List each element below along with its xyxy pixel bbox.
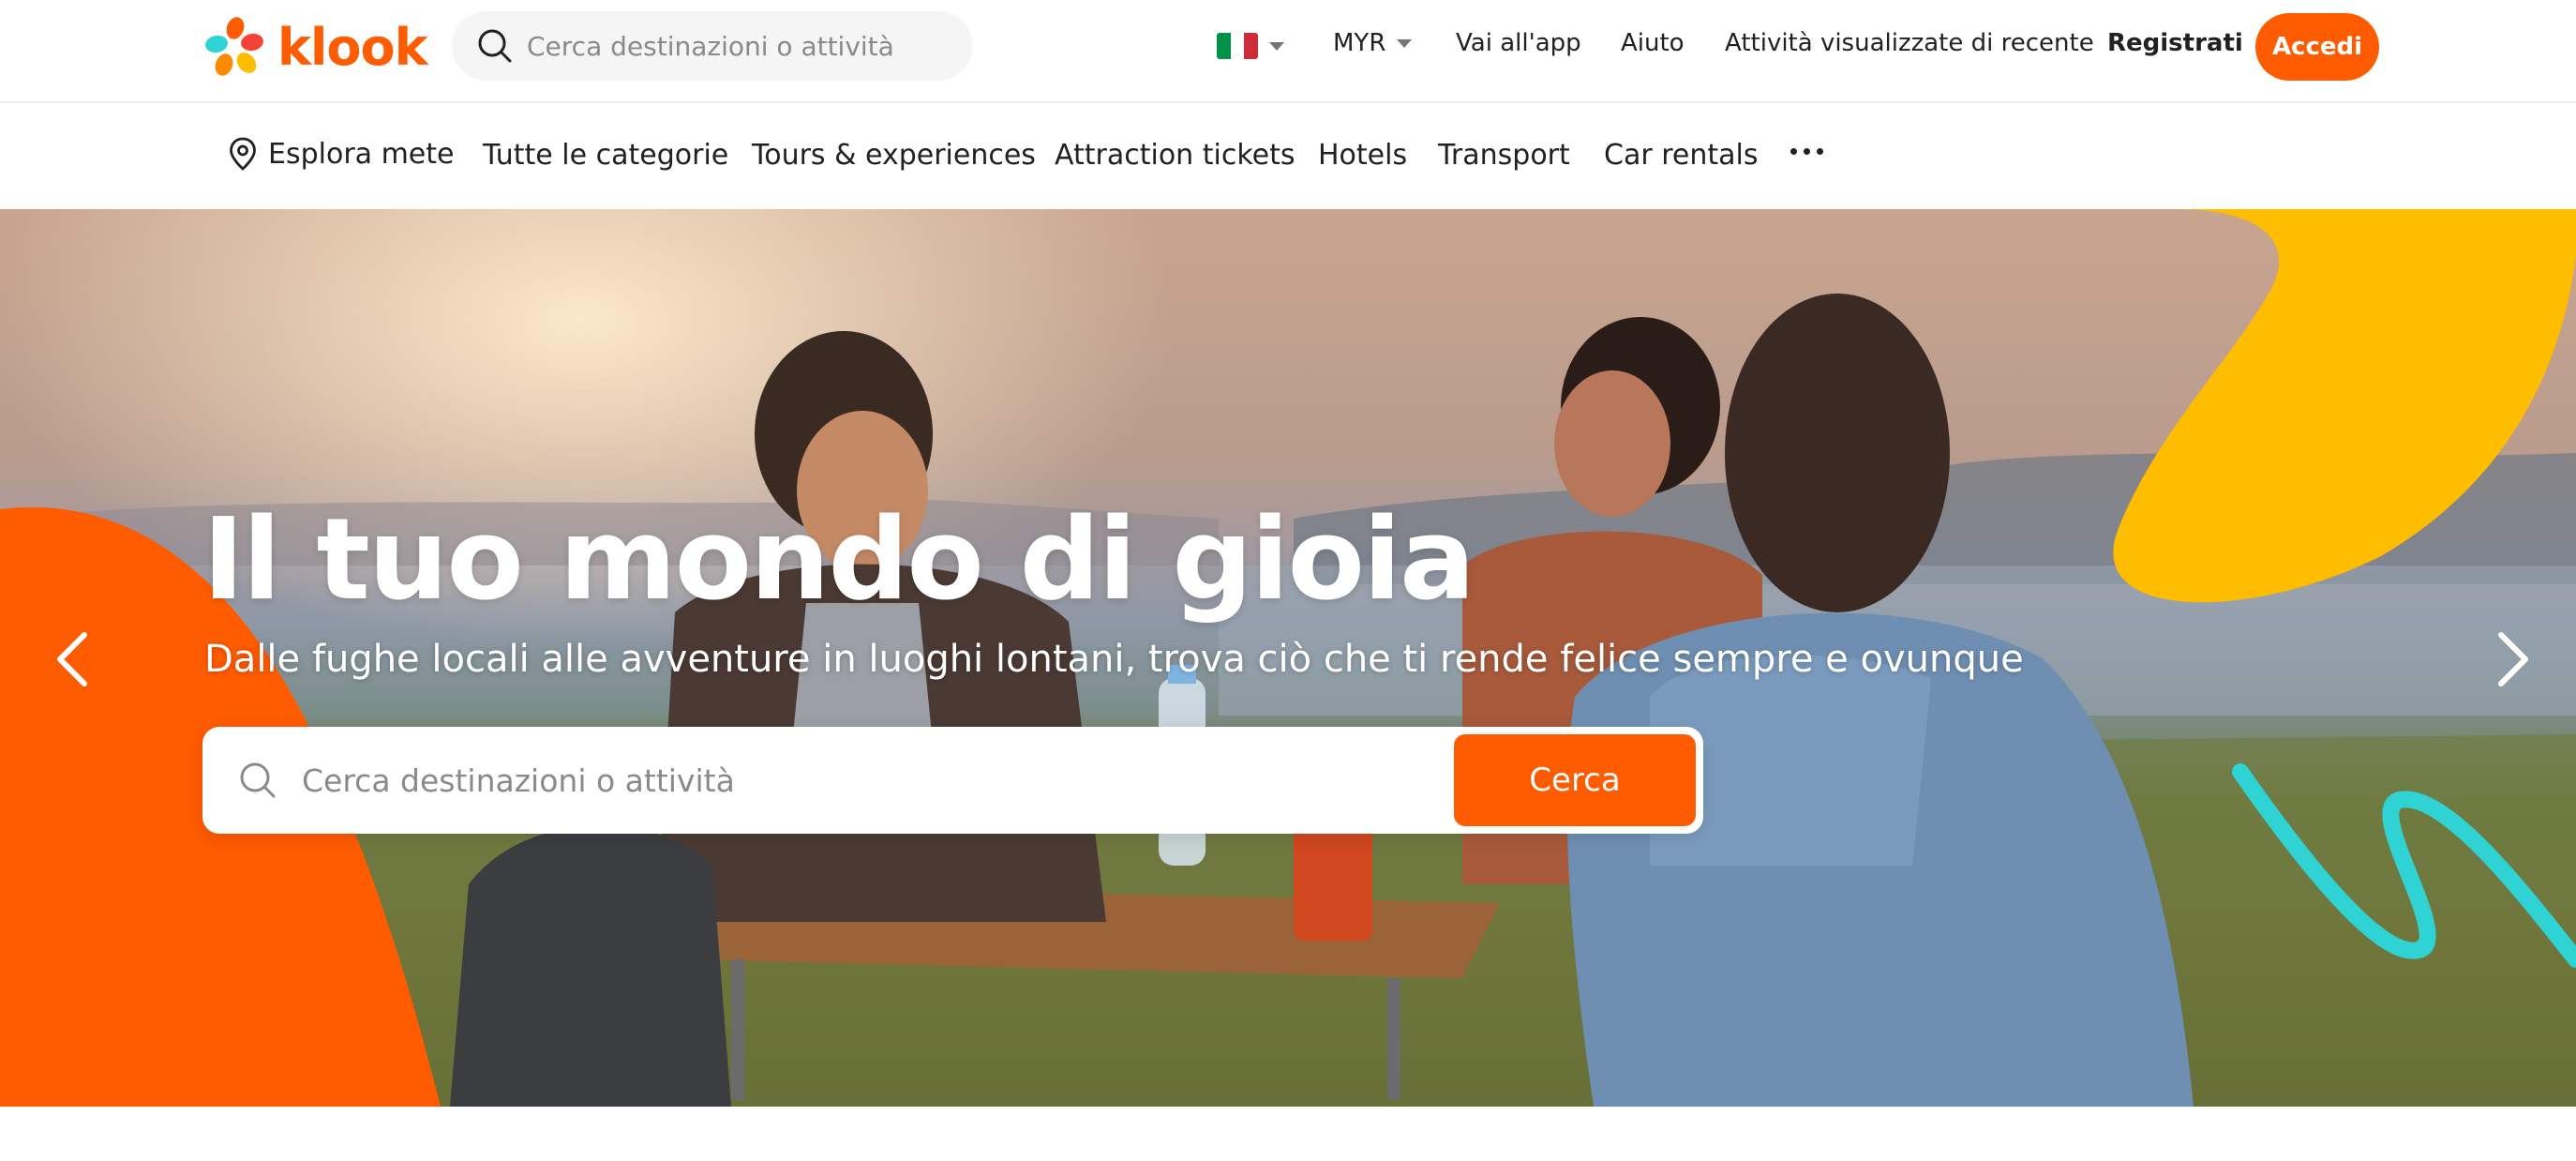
- help-link[interactable]: Aiuto: [1621, 29, 1685, 57]
- header-search-input[interactable]: [527, 30, 939, 62]
- search-button[interactable]: Cerca: [1454, 734, 1696, 826]
- more-horizontal-icon[interactable]: [1790, 148, 1823, 155]
- recently-viewed-link[interactable]: Attività visualizzate di recente: [1725, 29, 2094, 57]
- carousel-prev-arrow-icon[interactable]: [37, 622, 112, 697]
- chevron-down-icon: [1269, 41, 1284, 51]
- nav-car-rentals[interactable]: Car rentals: [1604, 139, 1758, 172]
- hero-title: Il tuo mondo di gioia: [202, 495, 1475, 626]
- brand-name: klook: [277, 17, 428, 77]
- nav-transport[interactable]: Transport: [1438, 139, 1570, 172]
- hero-search-box[interactable]: Cerca: [202, 727, 1703, 834]
- hero-banner: Il tuo mondo di gioia Dalle fughe locali…: [0, 209, 2576, 1107]
- top-header: klook MYR Vai all'app Aiuto Attività vis…: [0, 0, 2576, 103]
- nav-explore-destinations[interactable]: Esplora mete: [229, 137, 454, 171]
- nav-hotels[interactable]: Hotels: [1318, 139, 1407, 172]
- nav-explore-label: Esplora mete: [268, 137, 455, 171]
- language-selector[interactable]: [1217, 33, 1284, 59]
- register-link[interactable]: Registrati: [2107, 29, 2243, 57]
- search-icon: [240, 762, 276, 798]
- nav-tours-experiences[interactable]: Tours & experiences: [752, 139, 1036, 172]
- chevron-down-icon: [1397, 38, 1413, 48]
- category-nav: Esplora mete Tutte le categorie Tours & …: [0, 103, 2576, 208]
- currency-label: MYR: [1333, 29, 1386, 57]
- hero-search-input[interactable]: [302, 761, 1427, 799]
- carousel-next-arrow-icon[interactable]: [2473, 622, 2548, 697]
- hero-subtitle: Dalle fughe locali alle avventure in luo…: [204, 638, 2024, 681]
- currency-selector[interactable]: MYR: [1333, 29, 1413, 57]
- klook-logo-icon: [205, 17, 263, 76]
- nav-all-categories[interactable]: Tutte le categorie: [483, 139, 728, 172]
- login-button[interactable]: Accedi: [2255, 13, 2379, 81]
- search-icon: [478, 29, 512, 63]
- nav-attraction-tickets[interactable]: Attraction tickets: [1055, 139, 1295, 172]
- header-search-box[interactable]: [452, 11, 973, 81]
- italy-flag-icon: [1217, 33, 1258, 59]
- get-app-link[interactable]: Vai all'app: [1456, 29, 1581, 57]
- location-pin-icon: [230, 137, 256, 171]
- klook-logo[interactable]: klook: [202, 15, 428, 79]
